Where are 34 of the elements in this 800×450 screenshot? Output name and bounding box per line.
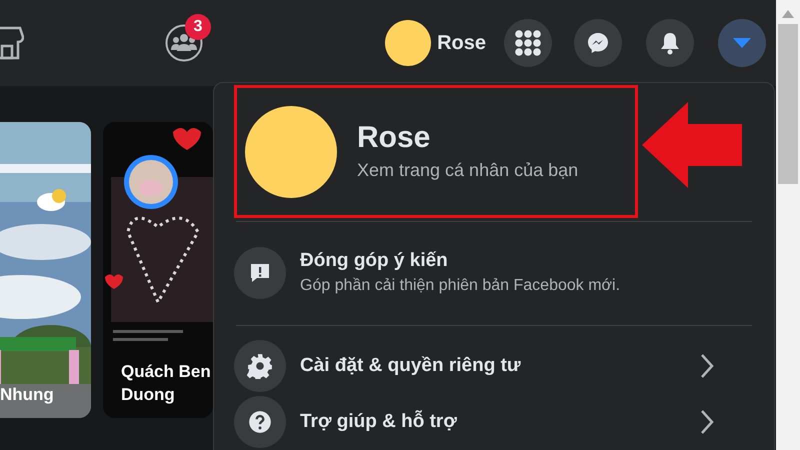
story-name: Nhung <box>0 384 55 406</box>
profile-subtitle: Xem trang cá nhân của bạn <box>357 158 578 182</box>
bell-icon <box>659 31 681 55</box>
caret-down-icon <box>733 38 751 48</box>
menu-item[interactable]: Đóng góp ý kiến Góp phần cải thiện phiên bản Facebook mới. <box>234 224 754 322</box>
feedback-icon <box>248 261 272 285</box>
avatar <box>385 20 432 66</box>
story-name: Quách Ben Duong <box>121 361 212 406</box>
profile-name: Rose <box>357 120 432 156</box>
menu-item[interactable]: Cài đặt & quyền riêng tư <box>234 338 754 394</box>
profile-button[interactable]: Rose <box>385 20 494 66</box>
profile-name: Rose <box>437 31 486 56</box>
menu-item-title: Trợ giúp & hỗ trợ <box>300 409 458 434</box>
notifications-button[interactable] <box>646 19 694 67</box>
notification-badge: 3 <box>185 14 211 40</box>
story-card[interactable]: Quách Ben Duong <box>103 122 213 418</box>
help-icon <box>247 409 273 435</box>
story-card[interactable]: Nhung <box>0 122 91 418</box>
chevron-right-icon <box>700 353 714 379</box>
scrollbar-thumb[interactable] <box>778 24 798 184</box>
chevron-right-icon <box>700 409 714 435</box>
store-icon[interactable] <box>0 26 24 60</box>
messenger-button[interactable] <box>574 19 622 67</box>
menu-item-subtitle: Góp phần cải thiện phiên bản Facebook mới. <box>300 276 622 296</box>
menu-item-title: Cài đặt & quyền riêng tư <box>300 354 522 378</box>
arrow-icon <box>642 102 742 188</box>
menu-item[interactable]: Trợ giúp & hỗ trợ <box>234 394 754 450</box>
grid-icon <box>515 30 541 56</box>
menu-item-title: Đóng góp ý kiến <box>300 249 449 273</box>
settings-icon <box>247 353 273 379</box>
account-button[interactable] <box>718 19 766 67</box>
messenger-icon <box>586 31 610 55</box>
menu-button[interactable] <box>504 19 552 67</box>
profile-link[interactable]: Rose Xem trang cá nhân của bạn <box>234 85 638 218</box>
